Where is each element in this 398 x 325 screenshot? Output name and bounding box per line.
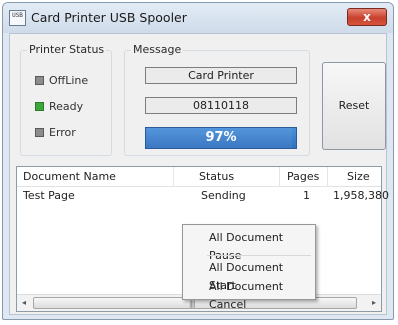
row-size: 1,958,380	[333, 189, 389, 202]
reset-button[interactable]: Reset	[322, 62, 386, 150]
row-document-name: Test Page	[23, 189, 75, 202]
status-offline: OffLine	[35, 73, 88, 87]
column-size[interactable]: Size	[347, 170, 370, 183]
progress-text: 97%	[205, 130, 237, 145]
usb-app-icon: USB	[9, 10, 26, 26]
menu-item-cancel-all[interactable]: All Document Cancel	[189, 278, 311, 311]
table-row[interactable]: Test Page Sending 1 1,958,380	[17, 189, 389, 205]
scroll-left-icon[interactable]: ◂	[19, 298, 29, 308]
message-legend: Message	[131, 43, 184, 56]
column-separator	[327, 167, 328, 187]
error-label: Error	[49, 125, 76, 139]
offline-led-icon	[35, 75, 44, 85]
printer-status-legend: Printer Status	[27, 43, 107, 56]
menu-item-pause-all[interactable]: All Document Pause	[189, 229, 311, 262]
offline-label: OffLine	[49, 73, 89, 87]
column-separator	[279, 167, 280, 187]
status-ready: Ready	[35, 99, 83, 113]
spooler-window: USB Card Printer USB Spooler x Printer S…	[2, 2, 394, 320]
printer-name-field: Card Printer	[145, 67, 297, 84]
client-area: Printer Status OffLine Ready Error Messa…	[9, 33, 389, 315]
title-bar[interactable]: USB Card Printer USB Spooler x	[3, 3, 393, 33]
row-pages: 1	[303, 189, 310, 202]
close-button[interactable]: x	[347, 8, 387, 26]
printer-status-group: Printer Status OffLine Ready Error	[20, 43, 112, 156]
menu-item-start-all[interactable]: All Document Start	[189, 259, 311, 292]
ready-led-icon	[35, 101, 44, 111]
message-group: Message Card Printer 08110118 97%	[124, 43, 310, 156]
grip-icon: ||||	[189, 300, 196, 308]
status-error: Error	[35, 125, 76, 139]
error-led-icon	[35, 127, 44, 137]
column-separator	[173, 167, 174, 187]
column-document-name[interactable]: Document Name	[23, 170, 116, 183]
menu-separator	[207, 255, 311, 256]
scroll-right-icon[interactable]: ▸	[369, 298, 379, 308]
column-pages[interactable]: Pages	[287, 170, 319, 183]
row-status: Sending	[201, 189, 246, 202]
context-menu: All Document Pause All Document Start Al…	[182, 224, 316, 311]
column-status[interactable]: Status	[199, 170, 234, 183]
serial-number-field: 08110118	[145, 97, 297, 114]
window-title: Card Printer USB Spooler	[31, 10, 187, 25]
progress-bar: 97%	[145, 127, 297, 149]
ready-label: Ready	[49, 99, 84, 113]
list-header: Document Name Status Pages Size	[17, 167, 381, 187]
